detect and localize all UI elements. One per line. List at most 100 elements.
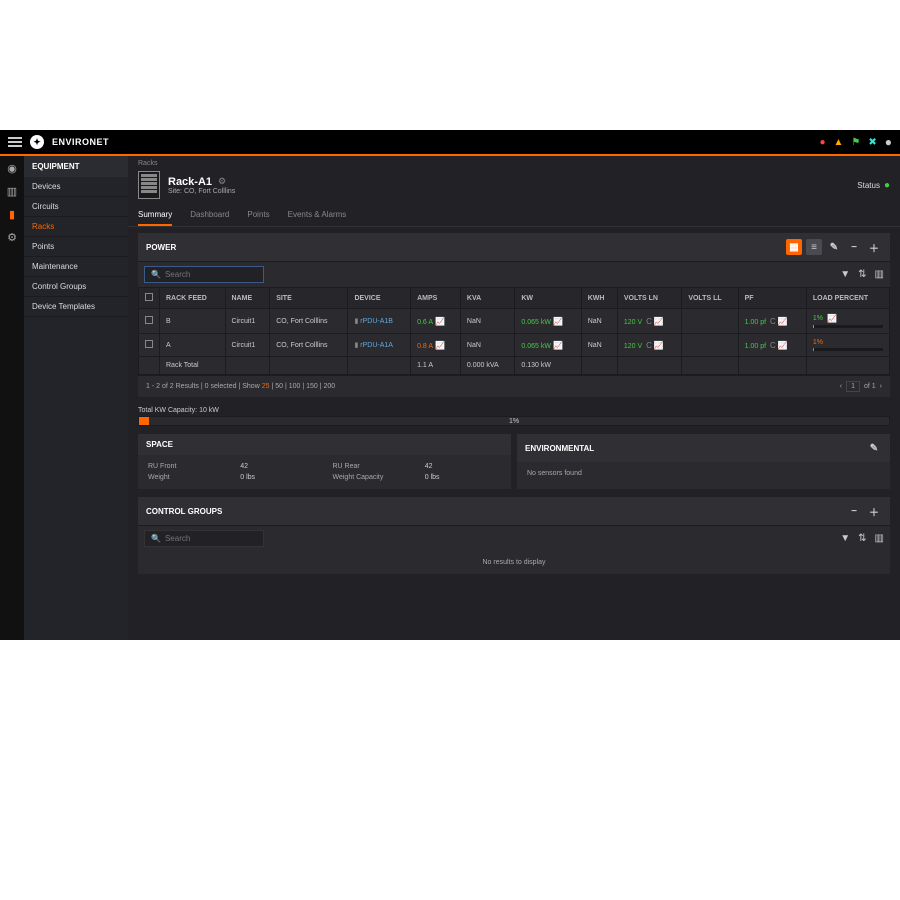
search-icon: 🔍 bbox=[151, 270, 161, 279]
power-search[interactable]: 🔍 bbox=[144, 266, 264, 283]
tab-dashboard[interactable]: Dashboard bbox=[190, 205, 229, 226]
tab-summary[interactable]: Summary bbox=[138, 205, 172, 226]
tools-icon[interactable]: ✖ bbox=[868, 137, 876, 148]
cg-add-icon[interactable]: ＋ bbox=[866, 503, 882, 519]
view-list-icon[interactable]: ≡ bbox=[806, 239, 822, 255]
cell-device[interactable]: ▮ rPDU-A1B bbox=[348, 309, 411, 334]
table-total-row: Rack Total 1.1 A 0.000 kVA 0.130 kW bbox=[139, 357, 890, 375]
pager-next-icon[interactable]: › bbox=[880, 383, 882, 390]
cell-pf[interactable]: 1.00 pf C📈 bbox=[738, 309, 806, 334]
columns-icon[interactable]: ▥ bbox=[875, 269, 884, 280]
cell-name: Circuit1 bbox=[225, 334, 270, 357]
cell-device[interactable]: ▮ rPDU-A1A bbox=[348, 334, 411, 357]
edit-icon[interactable]: ✎ bbox=[826, 239, 842, 255]
page-subtitle: Site: CO, Fort Colllins bbox=[168, 188, 235, 195]
sidebar-item-circuits[interactable]: Circuits bbox=[24, 197, 128, 217]
cell-load[interactable]: 1%📈 bbox=[806, 309, 889, 334]
pager-prev-icon[interactable]: ‹ bbox=[840, 383, 842, 390]
sort-icon[interactable]: ⇅ bbox=[858, 269, 866, 280]
cell-load[interactable]: 1% bbox=[806, 334, 889, 357]
env-title: ENVIRONMENTAL bbox=[525, 444, 594, 453]
col-amps[interactable]: AMPS bbox=[411, 288, 461, 309]
cg-empty: No results to display bbox=[138, 551, 890, 574]
col-device[interactable]: DEVICE bbox=[348, 288, 411, 309]
cell-vln[interactable]: 120 V C📈 bbox=[617, 309, 681, 334]
status-label: Status bbox=[857, 181, 880, 190]
sidebar-item-devices[interactable]: Devices bbox=[24, 177, 128, 197]
cg-filter-icon[interactable]: ▼ bbox=[840, 533, 850, 544]
chart-icon: 📈 bbox=[827, 314, 837, 323]
cell-total-amps: 1.1 A bbox=[411, 357, 461, 375]
filter-icon[interactable]: ▼ bbox=[840, 269, 850, 280]
power-title: POWER bbox=[146, 243, 176, 252]
chart-icon: 📈 bbox=[654, 341, 664, 350]
pager-size-25[interactable]: 25 bbox=[262, 383, 270, 390]
alert-warning-icon[interactable]: ▲ bbox=[833, 137, 843, 148]
cell-site: CO, Fort Colllins bbox=[270, 334, 348, 357]
cell-kw[interactable]: 0.065 kW📈 bbox=[515, 334, 581, 357]
weight-cap-value: 0 lbs bbox=[425, 474, 501, 481]
sidebar-item-device-templates[interactable]: Device Templates bbox=[24, 297, 128, 317]
cell-total-kva: 0.000 kVA bbox=[460, 357, 514, 375]
col-volts-ll[interactable]: VOLTS LL bbox=[682, 288, 738, 309]
env-edit-icon[interactable]: ✎ bbox=[866, 440, 882, 456]
col-kw[interactable]: KW bbox=[515, 288, 581, 309]
hamburger-menu-icon[interactable] bbox=[8, 137, 22, 147]
cell-amps[interactable]: 0.8 A📈 bbox=[411, 334, 461, 357]
sidebar-item-racks[interactable]: Racks bbox=[24, 217, 128, 237]
chart-icon: 📈 bbox=[553, 341, 563, 350]
brand-name: ENVIRONET bbox=[52, 137, 109, 147]
cell-vln[interactable]: 120 V C📈 bbox=[617, 334, 681, 357]
cell-amps[interactable]: 0.6 A📈 bbox=[411, 309, 461, 334]
col-kwh[interactable]: KWH bbox=[581, 288, 617, 309]
view-grid-icon[interactable]: ▦ bbox=[786, 239, 802, 255]
sidebar-item-points[interactable]: Points bbox=[24, 237, 128, 257]
power-panel: POWER ▦ ≡ ✎ − ＋ 🔍 bbox=[138, 233, 890, 397]
alert-flag-icon[interactable]: ⚑ bbox=[851, 137, 860, 148]
sidebar-title: EQUIPMENT bbox=[24, 156, 128, 177]
ru-rear-label: RU Rear bbox=[333, 463, 409, 470]
row-checkbox[interactable] bbox=[145, 340, 153, 348]
cell-total-label: Rack Total bbox=[160, 357, 226, 375]
sidebar-item-control-groups[interactable]: Control Groups bbox=[24, 277, 128, 297]
col-volts-ln[interactable]: VOLTS LN bbox=[617, 288, 681, 309]
table-row[interactable]: B Circuit1 CO, Fort Colllins ▮ rPDU-A1B … bbox=[139, 309, 890, 334]
sidebar-item-maintenance[interactable]: Maintenance bbox=[24, 257, 128, 277]
col-name[interactable]: NAME bbox=[225, 288, 270, 309]
user-icon[interactable]: ● bbox=[885, 135, 892, 149]
tab-points[interactable]: Points bbox=[247, 205, 269, 226]
col-pf[interactable]: PF bbox=[738, 288, 806, 309]
cg-sort-icon[interactable]: ⇅ bbox=[858, 533, 866, 544]
col-site[interactable]: SITE bbox=[270, 288, 348, 309]
tab-events-alarms[interactable]: Events & Alarms bbox=[288, 205, 347, 226]
weight-label: Weight bbox=[148, 474, 224, 481]
topbar: ✦ ENVIRONET ● ▲ ⚑ ✖ ● bbox=[0, 130, 900, 156]
table-row[interactable]: A Circuit1 CO, Fort Colllins ▮ rPDU-A1A … bbox=[139, 334, 890, 357]
row-checkbox[interactable] bbox=[145, 316, 153, 324]
rail-settings-icon[interactable]: ⚙ bbox=[7, 231, 17, 244]
collapse-icon[interactable]: − bbox=[846, 239, 862, 255]
alert-critical-icon[interactable]: ● bbox=[819, 137, 825, 148]
breadcrumb[interactable]: Racks bbox=[128, 156, 900, 167]
col-rack-feed[interactable]: RACK FEED bbox=[160, 288, 226, 309]
env-body: No sensors found bbox=[517, 462, 890, 485]
select-all-checkbox[interactable] bbox=[145, 293, 153, 301]
rail-analytics-icon[interactable]: ▥ bbox=[7, 185, 17, 198]
cg-columns-icon[interactable]: ▥ bbox=[875, 533, 884, 544]
cg-search-input[interactable] bbox=[165, 534, 257, 543]
cell-pf[interactable]: 1.00 pf C📈 bbox=[738, 334, 806, 357]
col-load[interactable]: LOAD PERCENT bbox=[806, 288, 889, 309]
col-kva[interactable]: KVA bbox=[460, 288, 514, 309]
rail-dashboard-icon[interactable]: ◉ bbox=[7, 162, 17, 175]
cell-total-kw: 0.130 kW bbox=[515, 357, 581, 375]
power-search-input[interactable] bbox=[165, 270, 257, 279]
space-title: SPACE bbox=[146, 440, 173, 449]
page-settings-icon[interactable]: ⚙ bbox=[218, 176, 226, 187]
cell-feed: A bbox=[160, 334, 226, 357]
cg-collapse-icon[interactable]: − bbox=[846, 503, 862, 519]
cg-search[interactable]: 🔍 bbox=[144, 530, 264, 547]
add-icon[interactable]: ＋ bbox=[866, 239, 882, 255]
cell-kw[interactable]: 0.065 kW📈 bbox=[515, 309, 581, 334]
cell-kwh: NaN bbox=[581, 334, 617, 357]
rail-equipment-icon[interactable]: ▮ bbox=[9, 208, 15, 221]
